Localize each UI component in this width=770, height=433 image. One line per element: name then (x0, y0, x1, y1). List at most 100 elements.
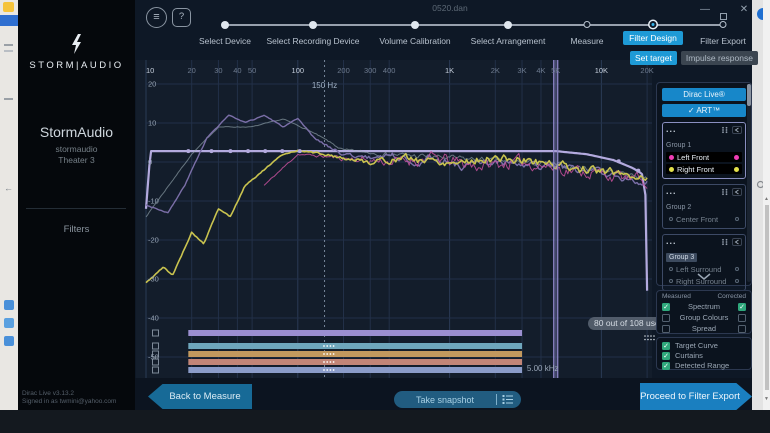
measured-checkbox[interactable] (662, 324, 670, 333)
background-detail (4, 336, 14, 346)
back-to-measure-button[interactable]: Back to Measure (148, 384, 252, 409)
group-name: Group 2 (666, 204, 692, 211)
channel-color-dot (735, 279, 739, 283)
signed-in-account: Signed in as twmini@yahoo.com (22, 398, 117, 405)
scroll-up-icon[interactable]: ▲ (764, 196, 769, 202)
channel-row[interactable]: Left Front (666, 152, 742, 162)
toggle-label: Spectrum (687, 302, 721, 311)
channel-color-dot (669, 279, 673, 283)
scrollbar-thumb[interactable] (764, 205, 769, 390)
drag-grip-icon[interactable] (643, 334, 655, 342)
measured-checkbox[interactable] (662, 313, 670, 322)
step-dot (221, 21, 229, 29)
view-toggles-panel: Measured Corrected ✓ Spectrum ✓ Group Colou… (656, 290, 752, 334)
channel-label: Center Front (676, 214, 719, 224)
corrected-header: Corrected (717, 293, 746, 300)
corrected-checkbox[interactable] (738, 313, 746, 322)
display-option-row: ✓ Detected Range (662, 361, 746, 370)
group-speakers-icon[interactable] (721, 238, 729, 246)
take-snapshot-button[interactable]: Take snapshot (394, 391, 521, 408)
group-card[interactable]: ... Group 3 Left Surround Right Surround (662, 234, 746, 291)
back-arrow-icon: ← (4, 183, 13, 193)
tab-impulse-response[interactable]: Impulse response (680, 51, 758, 65)
step-dot (719, 21, 727, 28)
groups-scrollbar-thumb[interactable] (747, 84, 751, 106)
measured-checkbox[interactable]: ✓ (662, 302, 670, 311)
group-menu-button[interactable]: ... (666, 187, 718, 196)
check-icon: ✓ (687, 106, 695, 115)
toggle-rows: ✓ Spectrum ✓ Group Colours Spread (662, 301, 746, 334)
group-menu-button[interactable]: ... (666, 237, 718, 246)
channel-color-dot (735, 267, 739, 271)
art-button[interactable]: ✓ ART™ (662, 104, 746, 117)
toggle-label: Group Colours (679, 313, 729, 322)
option-checkbox[interactable]: ✓ (662, 361, 670, 370)
group-menu-button[interactable]: ... (666, 125, 718, 134)
group-visibility-icon[interactable] (732, 125, 742, 134)
channel-groups-panel: Dirac Live® ✓ ART™ ... Group 1 Left Front R… (656, 82, 752, 319)
group-card[interactable]: ... Group 1 Left Front Right Front (662, 122, 746, 179)
group-visibility-icon[interactable] (732, 187, 742, 196)
taskbar: 在這裡輸入文字來搜尋 日出 英 上午 05:0 (0, 410, 770, 433)
option-label: Detected Range (675, 361, 730, 370)
background-detail (4, 318, 14, 328)
step-filter-export[interactable]: Filter Export (668, 16, 770, 50)
proceed-to-filter-export-button[interactable]: Proceed to Filter Export (640, 383, 752, 410)
channel-label: Left Front (677, 152, 710, 162)
corrected-checkbox[interactable] (738, 324, 746, 333)
display-options-panel: ✓ Target Curve ✓ Curtains ✓ Detected Range (656, 337, 752, 370)
channel-color-dot (734, 166, 739, 172)
channel-color-dot (669, 217, 673, 221)
sidebar-divider (26, 208, 126, 209)
view-toggle-row: ✓ Spectrum ✓ (662, 301, 746, 312)
snapshot-list-icon (502, 395, 513, 404)
display-option-row: ✓ Target Curve (662, 341, 746, 350)
device-title: StormAudio (39, 124, 114, 140)
step-dot (649, 21, 657, 28)
background-detail (4, 44, 13, 46)
corrected-checkbox[interactable]: ✓ (738, 302, 746, 311)
toggle-label: Spread (691, 324, 717, 333)
chevron-down-icon (697, 273, 711, 280)
group-speakers-icon[interactable] (721, 188, 729, 196)
option-checkbox[interactable]: ✓ (662, 351, 670, 360)
tab-set-target[interactable]: Set target (630, 51, 677, 65)
option-checkbox[interactable]: ✓ (662, 341, 670, 350)
groups-scrollbar-track[interactable] (747, 84, 751, 282)
background-window-left[interactable]: ← (0, 0, 18, 410)
expand-groups-button[interactable] (688, 268, 720, 280)
channel-color-dot (735, 217, 739, 221)
group-name: Group 3 (666, 253, 698, 262)
close-button[interactable]: ✕ (736, 4, 752, 15)
channel-row[interactable]: Right Front (666, 164, 742, 174)
minimize-button[interactable]: — (697, 4, 713, 15)
app-version: Dirac Live v3.13.2 (22, 390, 75, 397)
scroll-down-icon[interactable]: ▼ (764, 396, 769, 402)
group-speakers-icon[interactable] (721, 126, 729, 134)
group-card[interactable]: ... Group 2 Center Front (662, 184, 746, 229)
group-name: Group 1 (666, 142, 692, 149)
brand-logo: STORM|AUDIO (29, 60, 124, 71)
display-option-row: ✓ Curtains (662, 351, 746, 360)
sidebar-item-filters[interactable]: Filters (18, 224, 135, 235)
screen: ← ▲ ▼ 150 Hz 5.00 kHz 10 20 30 40 50 100 200 300 4… (0, 0, 770, 433)
chart-plot-background (136, 60, 652, 378)
channel-label: Right Front (677, 164, 715, 174)
group-visibility-icon[interactable] (732, 237, 742, 246)
step-dot (309, 21, 317, 29)
step-dot (504, 21, 512, 29)
option-label: Curtains (675, 351, 703, 360)
channel-row[interactable]: Center Front (666, 214, 742, 224)
background-detail (4, 98, 13, 100)
background-detail (4, 50, 13, 52)
dirac-live-button[interactable]: Dirac Live® (662, 88, 746, 101)
measured-header: Measured (662, 293, 691, 300)
menu-button[interactable]: ≡ (146, 7, 167, 28)
step-dot (583, 21, 591, 28)
step-select-recording-device[interactable]: Select Recording Device (258, 16, 368, 50)
background-selected-item (0, 15, 18, 26)
background-detail (4, 300, 14, 310)
hamburger-icon: ≡ (153, 11, 160, 23)
lightning-bolt-icon (72, 34, 81, 54)
channel-color-dot (669, 154, 674, 160)
